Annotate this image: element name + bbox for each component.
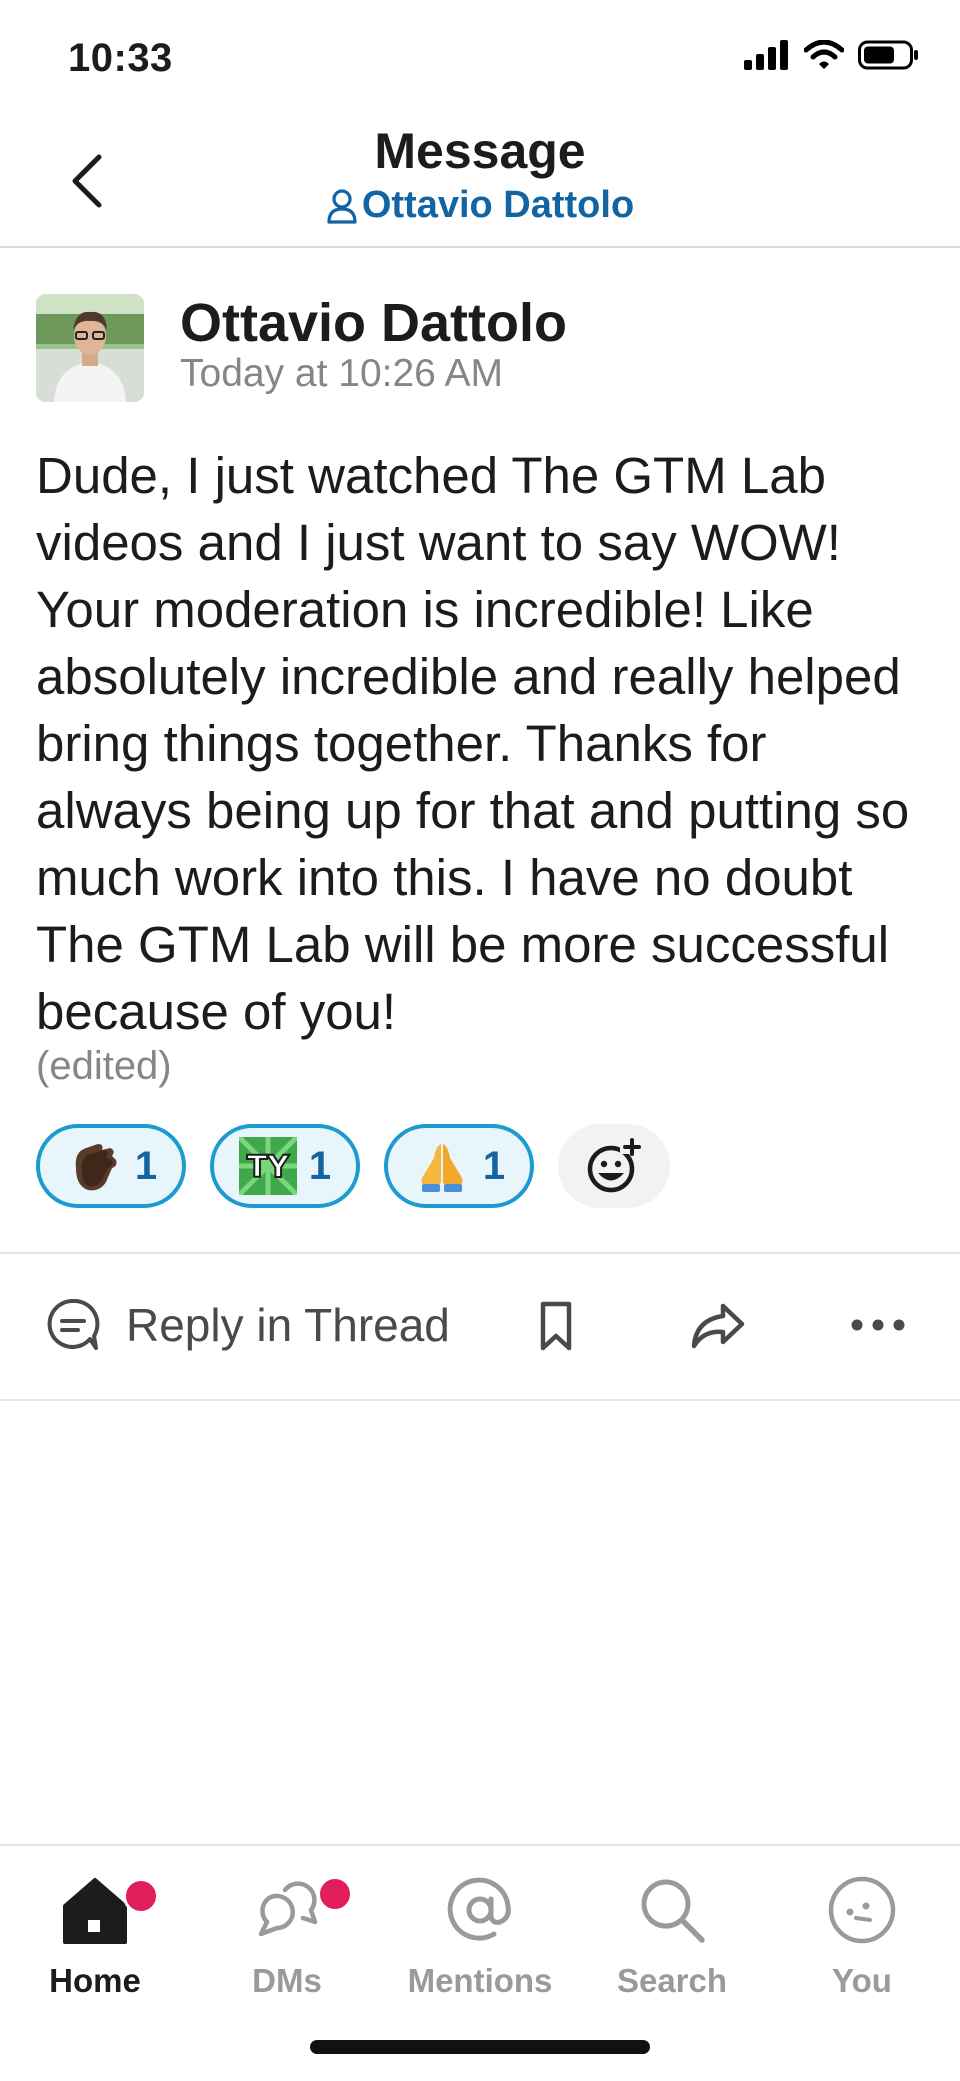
tab-dms[interactable]: DMs: [207, 1870, 367, 2000]
reaction-pray[interactable]: 1: [384, 1124, 534, 1208]
dms-badge: [317, 1876, 353, 1912]
message-body: Dude, I just watched The GTM Lab videos …: [36, 447, 910, 1040]
tab-label: Mentions: [407, 1962, 553, 1999]
clapping-hands-icon: [65, 1137, 123, 1195]
tab-label: DMs: [252, 1962, 322, 1999]
add-emoji-icon: [587, 1138, 642, 1193]
status-icons: [744, 40, 920, 70]
bookmark-icon: [540, 1301, 572, 1351]
at-sign-icon: [400, 1870, 560, 1950]
tab-mentions[interactable]: Mentions: [400, 1870, 560, 2000]
search-icon: [592, 1870, 752, 1950]
tab-search[interactable]: Search: [592, 1870, 752, 2000]
avatar[interactable]: [36, 294, 144, 402]
channel-link[interactable]: Ottavio Dattolo: [0, 184, 960, 227]
tab-label: Search: [616, 1962, 728, 1999]
message-actions: Reply in Thread: [0, 1254, 960, 1402]
nav-header: Message Ottavio Dattolo: [0, 110, 960, 248]
user-avatar-icon: [782, 1870, 942, 1950]
ty-icon: TY: [238, 1137, 297, 1195]
divider: [0, 1399, 960, 1401]
share-arrow-icon: [691, 1303, 745, 1349]
reaction-ty[interactable]: TY 1: [210, 1124, 360, 1208]
edited-label: (edited): [36, 1044, 172, 1088]
page-title: Message: [374, 123, 586, 179]
reaction-count: 1: [308, 1143, 332, 1188]
signal-icon: [744, 40, 788, 70]
tab-label: Home: [49, 1962, 141, 1999]
tab-home[interactable]: Home: [15, 1870, 175, 2000]
person-icon: [327, 188, 357, 224]
home-icon: [15, 1870, 175, 1950]
home-badge: [123, 1878, 159, 1914]
reaction-count: 1: [134, 1143, 158, 1188]
reaction-count: 1: [482, 1143, 506, 1188]
save-button[interactable]: [536, 1300, 576, 1357]
reply-in-thread-button[interactable]: Reply in Thread: [44, 1296, 450, 1354]
dms-icon: [207, 1870, 367, 1950]
battery-icon: [858, 40, 918, 70]
status-time: 10:33: [68, 36, 173, 80]
home-indicator: [310, 2040, 650, 2054]
folded-hands-icon: [413, 1137, 471, 1195]
status-bar: 10:33: [0, 0, 960, 110]
more-dots-icon: [851, 1319, 905, 1331]
subtitle-name: Ottavio Dattolo: [361, 184, 635, 226]
add-reaction-button[interactable]: [558, 1124, 670, 1208]
message-timestamp: Today at 10:26 AM: [180, 352, 504, 395]
sender-name[interactable]: Ottavio Dattolo: [180, 292, 567, 354]
reactions: 1 TY 1 1: [36, 1124, 670, 1208]
reaction-clap[interactable]: 1: [36, 1124, 186, 1208]
svg-text:TY: TY: [247, 1150, 290, 1185]
more-actions-button[interactable]: [850, 1318, 906, 1337]
tab-label: You: [832, 1962, 892, 1999]
thread-bubble-icon: [47, 1298, 100, 1350]
tab-you[interactable]: You: [782, 1870, 942, 2000]
wifi-icon: [804, 40, 844, 69]
reply-label: Reply in Thread: [126, 1299, 450, 1351]
share-button[interactable]: [690, 1300, 746, 1357]
